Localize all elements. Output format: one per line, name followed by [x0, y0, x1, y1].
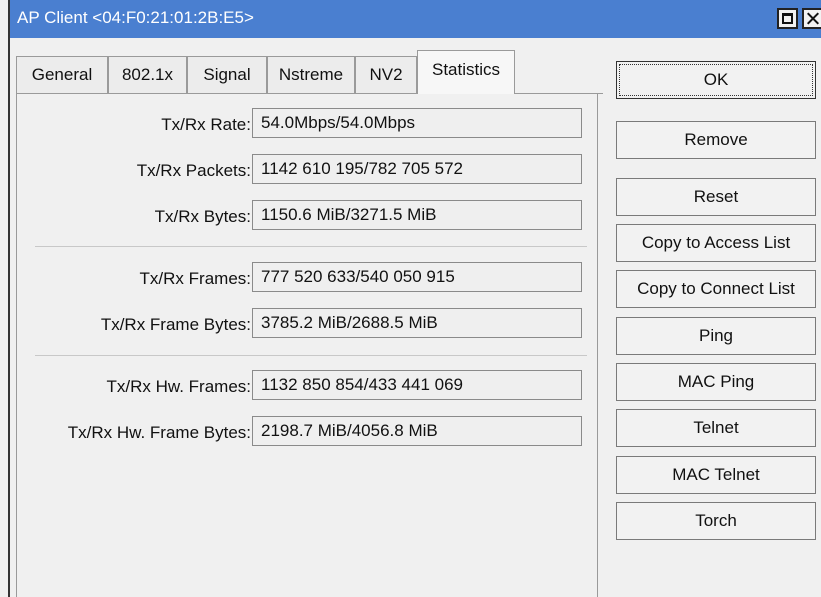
- ap-client-window: AP Client <04:F0:21:01:2B:E5> General 80…: [8, 0, 821, 597]
- stat-row-frame-bytes: Tx/Rx Frame Bytes: 3785.2 MiB/2688.5 MiB: [17, 308, 597, 342]
- stat-label: Tx/Rx Bytes:: [154, 207, 251, 226]
- statistics-panel: Tx/Rx Rate: 54.0Mbps/54.0Mbps Tx/Rx Pack…: [16, 94, 598, 597]
- mac-ping-button[interactable]: MAC Ping: [616, 363, 816, 401]
- stat-label: Tx/Rx Frames:: [139, 269, 251, 288]
- stat-value[interactable]: 777 520 633/540 050 915: [252, 262, 582, 292]
- stat-row-frames: Tx/Rx Frames: 777 520 633/540 050 915: [17, 262, 597, 296]
- tab-signal[interactable]: Signal: [187, 56, 267, 94]
- stat-row-hw-frames: Tx/Rx Hw. Frames: 1132 850 854/433 441 0…: [17, 370, 597, 404]
- tab-statistics[interactable]: Statistics: [417, 50, 515, 94]
- stat-value[interactable]: 54.0Mbps/54.0Mbps: [252, 108, 582, 138]
- title-bar[interactable]: AP Client <04:F0:21:01:2B:E5>: [10, 0, 821, 38]
- tab-nv2[interactable]: NV2: [355, 56, 417, 94]
- window-title: AP Client <04:F0:21:01:2B:E5>: [17, 8, 254, 27]
- stat-label: Tx/Rx Packets:: [136, 161, 251, 180]
- stat-row-packets: Tx/Rx Packets: 1142 610 195/782 705 572: [17, 154, 597, 188]
- maximize-icon[interactable]: [777, 8, 798, 29]
- stat-value[interactable]: 1150.6 MiB/3271.5 MiB: [252, 200, 582, 230]
- remove-button[interactable]: Remove: [616, 121, 816, 159]
- stat-value[interactable]: 1132 850 854/433 441 069: [252, 370, 582, 400]
- stat-value[interactable]: 2198.7 MiB/4056.8 MiB: [252, 416, 582, 446]
- stat-row-rate: Tx/Rx Rate: 54.0Mbps/54.0Mbps: [17, 108, 597, 142]
- telnet-button[interactable]: Telnet: [616, 409, 816, 447]
- close-icon[interactable]: [802, 8, 821, 29]
- mac-telnet-button[interactable]: MAC Telnet: [616, 456, 816, 494]
- stat-value[interactable]: 3785.2 MiB/2688.5 MiB: [252, 308, 582, 338]
- copy-to-connect-list-button[interactable]: Copy to Connect List: [616, 270, 816, 308]
- tab-general[interactable]: General: [16, 56, 108, 94]
- stat-label: Tx/Rx Hw. Frame Bytes:: [67, 423, 251, 442]
- stat-label: Tx/Rx Rate:: [161, 115, 251, 134]
- torch-button[interactable]: Torch: [616, 502, 816, 540]
- stat-row-hw-frame-bytes: Tx/Rx Hw. Frame Bytes: 2198.7 MiB/4056.8…: [17, 416, 597, 450]
- stat-value[interactable]: 1142 610 195/782 705 572: [252, 154, 582, 184]
- stat-label: Tx/Rx Hw. Frames:: [106, 377, 251, 396]
- stat-label: Tx/Rx Frame Bytes:: [100, 315, 251, 334]
- section-divider: [35, 246, 587, 247]
- tab-nstreme[interactable]: Nstreme: [267, 56, 355, 94]
- stat-row-bytes: Tx/Rx Bytes: 1150.6 MiB/3271.5 MiB: [17, 200, 597, 234]
- copy-to-access-list-button[interactable]: Copy to Access List: [616, 224, 816, 262]
- section-divider: [35, 355, 587, 356]
- reset-button[interactable]: Reset: [616, 178, 816, 216]
- tab-802-1x[interactable]: 802.1x: [108, 56, 187, 94]
- ping-button[interactable]: Ping: [616, 317, 816, 355]
- ok-button[interactable]: OK: [616, 61, 816, 99]
